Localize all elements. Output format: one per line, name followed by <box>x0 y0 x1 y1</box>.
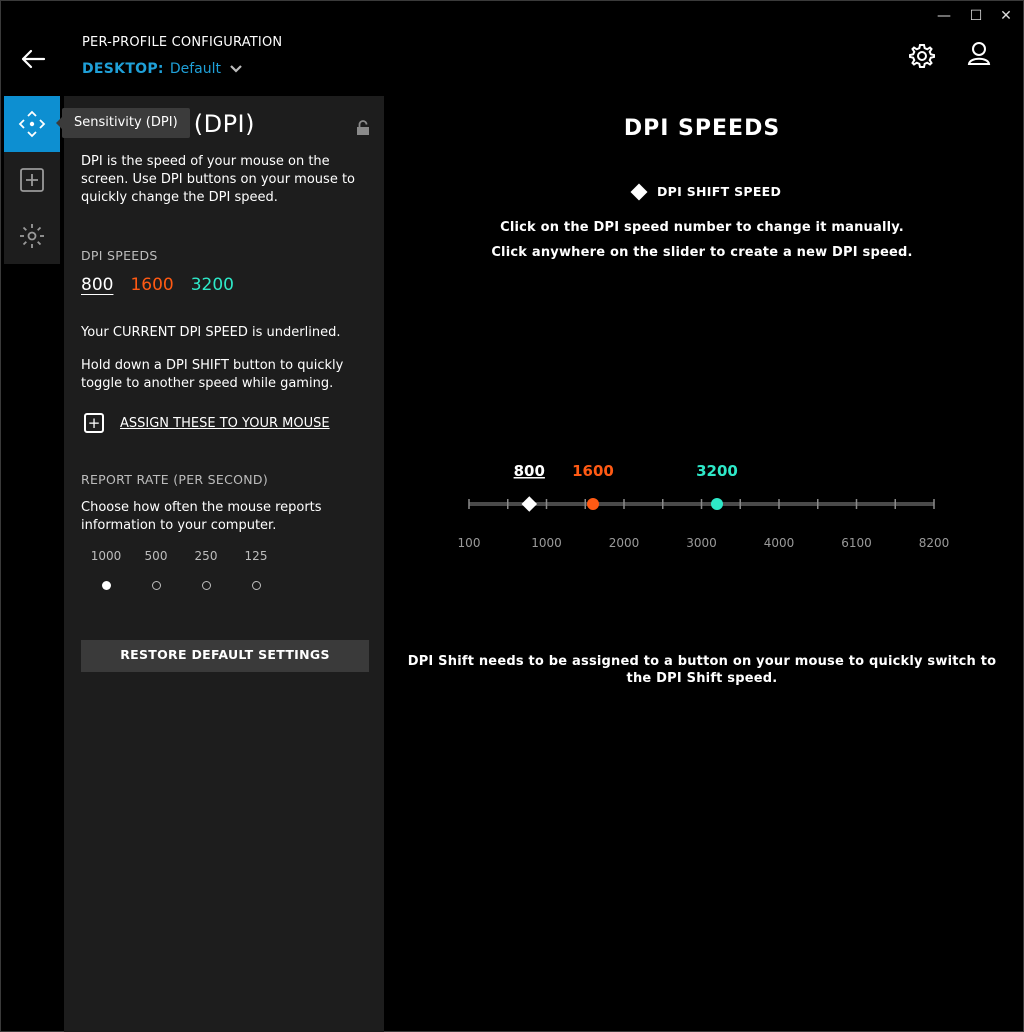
instruction-manual: Click on the DPI speed number to change … <box>500 220 904 235</box>
dpi-speed-list: 800 1600 3200 <box>81 275 234 295</box>
slider-tick-label: 4000 <box>764 536 795 550</box>
slider-stop-label[interactable]: 800 <box>514 462 545 480</box>
profile-selector[interactable]: DESKTOP: Default <box>82 61 243 77</box>
plus-square-icon: + <box>84 413 104 433</box>
dpi-speed-800[interactable]: 800 <box>81 275 113 295</box>
chevron-down-icon <box>230 65 242 73</box>
report-rate-label: 500 <box>144 549 168 563</box>
dpi-shift-speed-label: DPI SHIFT SPEED <box>657 184 782 199</box>
slider-stop-3200[interactable] <box>711 498 723 510</box>
sun-icon <box>20 224 44 248</box>
report-rate-500[interactable]: 500 <box>136 549 176 590</box>
report-rate-label: 125 <box>244 549 268 563</box>
unlock-icon[interactable] <box>356 120 370 136</box>
plus-square-icon <box>20 168 44 192</box>
report-rate-250[interactable]: 250 <box>186 549 226 590</box>
report-rate-label: 1000 <box>90 549 122 563</box>
page-header-title: PER-PROFILE CONFIGURATION <box>82 35 283 50</box>
report-rate-heading: REPORT RATE (PER SECOND) <box>81 472 269 487</box>
back-arrow-icon[interactable] <box>20 46 46 72</box>
dpi-description: DPI is the speed of your mouse on the sc… <box>81 154 355 205</box>
diamond-icon <box>630 183 648 200</box>
slider-tick-label: 8200 <box>919 536 950 550</box>
move-icon <box>18 110 46 138</box>
profile-label: DESKTOP: <box>82 61 164 77</box>
rail-item-lighting[interactable] <box>4 208 60 264</box>
slider-tick-label: 1000 <box>531 536 562 550</box>
slider-stop-label[interactable]: 3200 <box>696 462 738 480</box>
report-rate-description: Choose how often the mouse reports infor… <box>81 500 322 533</box>
radio-unselected[interactable] <box>151 581 161 590</box>
slider-tick-label: 100 <box>458 536 481 550</box>
rail-item-sensitivity[interactable] <box>4 96 60 152</box>
rail-item-assignments[interactable] <box>4 152 60 208</box>
main-title: DPI SPEEDS <box>623 116 781 141</box>
user-icon[interactable] <box>965 40 993 68</box>
radio-selected[interactable] <box>101 581 111 590</box>
dpi-shift-note: Hold down a DPI SHIFT button to quickly … <box>81 358 344 391</box>
minimize-button[interactable]: — <box>936 8 952 24</box>
radio-unselected[interactable] <box>201 581 211 590</box>
dpi-speed-1600[interactable]: 1600 <box>130 275 173 295</box>
slider-stop-1600[interactable] <box>587 498 599 510</box>
maximize-button[interactable]: ☐ <box>968 8 984 24</box>
slider-stop-label[interactable]: 1600 <box>572 462 614 480</box>
feature-rail <box>4 96 60 264</box>
instruction-slider: Click anywhere on the slider to create a… <box>491 245 913 260</box>
report-rate-label: 250 <box>194 549 218 563</box>
slider-stop-800[interactable] <box>521 496 538 512</box>
dpi-shift-note-bottom: DPI Shift needs to be assigned to a butt… <box>407 654 997 686</box>
slider-tick-label: 6100 <box>841 536 872 550</box>
close-button[interactable]: ✕ <box>998 8 1014 24</box>
sensitivity-tooltip: Sensitivity (DPI) <box>56 108 190 138</box>
slider-tick-label: 2000 <box>609 536 640 550</box>
assign-to-mouse-button[interactable]: + ASSIGN THESE TO YOUR MOUSE <box>84 413 330 433</box>
current-dpi-note: Your CURRENT DPI SPEED is underlined. <box>81 325 341 340</box>
dpi-slider[interactable]: 100 1000 2000 3000 4000 6100 8200 800 1600 3200 <box>440 455 980 565</box>
profile-value: Default <box>169 61 221 77</box>
report-rate-125[interactable]: 125 <box>236 549 276 590</box>
restore-defaults-button[interactable]: RESTORE DEFAULT SETTINGS <box>81 640 369 672</box>
assign-to-mouse-label: ASSIGN THESE TO YOUR MOUSE <box>120 415 330 431</box>
dpi-speeds-heading: DPI SPEEDS <box>81 248 158 263</box>
gear-icon[interactable] <box>908 42 936 70</box>
radio-unselected[interactable] <box>251 581 261 590</box>
slider-tick-label: 3000 <box>686 536 717 550</box>
dpi-shift-speed-legend[interactable]: DPI SHIFT SPEED <box>630 183 782 200</box>
dpi-speed-3200[interactable]: 3200 <box>191 275 234 295</box>
report-rate-1000[interactable]: 1000 <box>86 549 126 590</box>
